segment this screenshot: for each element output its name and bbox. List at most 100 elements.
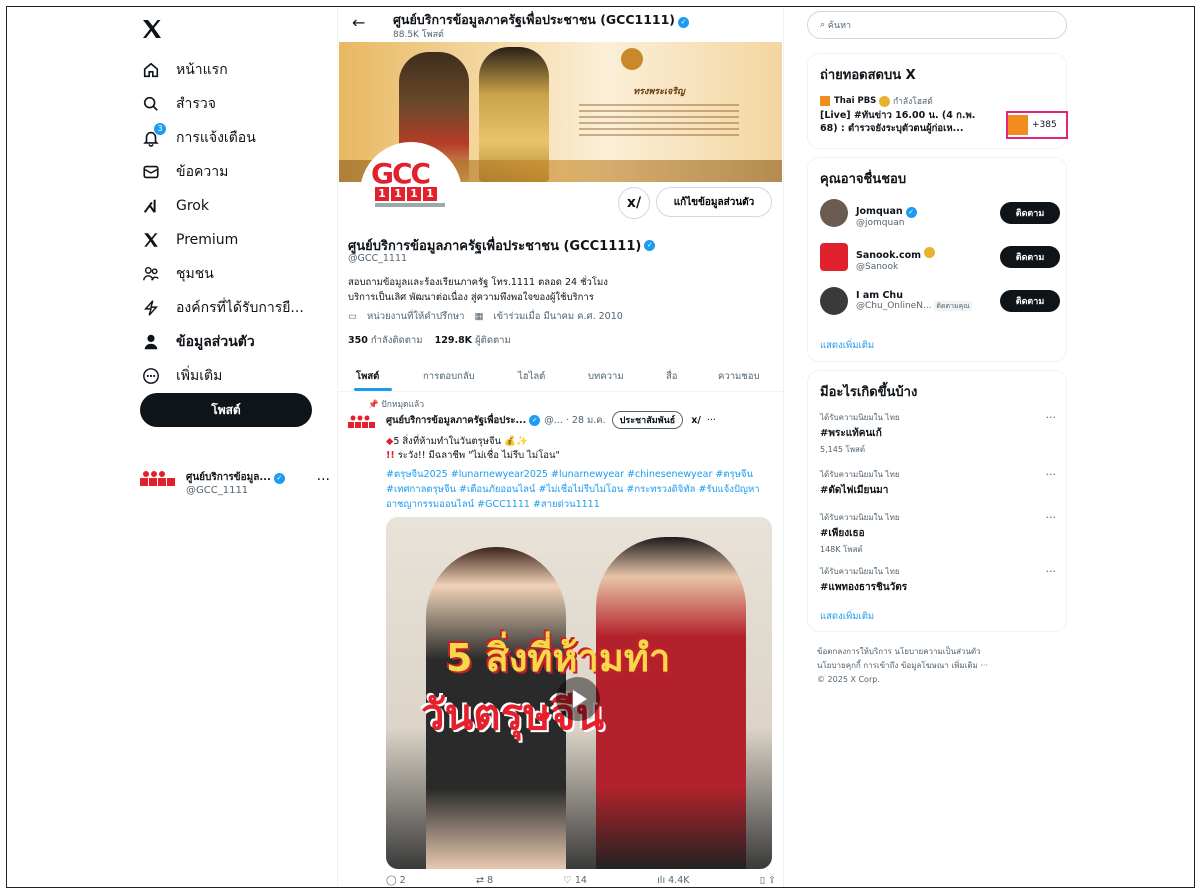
who-to-follow-card: คุณอาจชื่นชอบ Jomquan ✓ @jomquan ติดตาม Sa… <box>807 157 1067 362</box>
thaipbs-logo-icon <box>820 96 830 106</box>
footer-links: ข้อตกลงการให้บริการ นโยบายความเป็นส่วนตั… <box>817 645 1057 687</box>
account-switcher[interactable]: ศูนย์บริการข้อมูล... ✓ @GCC_1111 ··· <box>140 462 330 498</box>
nav-explore[interactable]: สำรวจ <box>140 89 216 119</box>
trend-item[interactable]: ได้รับความนิยมใน ไทย #แพทองธารชินวัตร ··… <box>820 565 1056 595</box>
nav-notifications[interactable]: 3 การแจ้งเตือน <box>140 122 256 153</box>
nav-verified-orgs[interactable]: องค์กรที่ได้รับการยื... <box>140 293 304 323</box>
nav-messages[interactable]: ข้อความ <box>140 157 228 187</box>
account-name: ศูนย์บริการข้อมูล... <box>186 471 271 483</box>
follow-button[interactable]: ติดตาม <box>1000 202 1060 224</box>
verified-icon: ✓ <box>273 472 285 484</box>
profile-category: หน่วยงานที่ให้คำปรึกษา <box>366 311 465 322</box>
play-icon[interactable] <box>556 677 600 721</box>
video-person-right <box>596 537 746 869</box>
tweet-text-line2: !! ระวัง!! มีฉลาชีพ "ไม่เชื่อ ไม่รีบ ไม่… <box>386 450 560 461</box>
search-input[interactable]: ⌕ ค้นหา <box>807 11 1067 39</box>
profile-meta: ▭ หน่วยงานที่ให้คำปรึกษา ▦ เข้าร่วมเมื่อ… <box>348 309 633 324</box>
video-caption-1: 5 สิ่งที่ห้ามทำ <box>446 636 671 680</box>
tab-replies[interactable]: การตอบกลับ <box>423 369 475 384</box>
trend-more-icon[interactable]: ··· <box>1046 411 1057 424</box>
nav-profile[interactable]: ข้อมูลส่วนตัว <box>140 327 255 357</box>
following-link[interactable]: 350 กำลังติดตาม <box>348 335 423 346</box>
live-source[interactable]: Thai PBS กำลังโฮสต์ <box>820 94 933 108</box>
x-logo-icon[interactable] <box>140 17 166 43</box>
footer-line2[interactable]: นโยบายคุกกี้ การเข้าถึง ข้อมูลโฆษณา เพิ่… <box>817 659 1057 673</box>
gold-verified-icon <box>924 246 936 258</box>
account-more-icon[interactable]: ··· <box>317 472 330 488</box>
footer-copyright: © 2025 X Corp. <box>817 675 880 684</box>
tweet-author-name[interactable]: ศูนย์บริการข้อมูลภาครัฐเพื่อประ... <box>386 413 526 428</box>
profile-avatar[interactable]: GCC 1111 <box>360 142 462 244</box>
suggested-user[interactable]: I am Chu @Chu_OnlineN... ติดตามคุณ ติดตาม <box>820 284 1060 318</box>
follow-button[interactable]: ติดตาม <box>1000 246 1060 268</box>
suggested-user[interactable]: Sanook.com @Sanook ติดตาม <box>820 240 1060 274</box>
suggested-user[interactable]: Jomquan ✓ @jomquan ติดตาม <box>820 196 1060 230</box>
briefcase-icon: ▭ <box>348 311 357 322</box>
nav-more[interactable]: เพิ่มเติม <box>140 361 222 391</box>
tweet-label-pill[interactable]: ประชาสัมพันธ์ <box>611 411 684 429</box>
live-listeners[interactable]: +385 <box>1006 111 1068 139</box>
live-text[interactable]: [Live] #ทันข่าว 16.00 น. (4 ก.พ. 68) : ต… <box>820 109 990 135</box>
people-icon <box>140 263 162 285</box>
tab-likes[interactable]: ความชอบ <box>718 369 759 384</box>
show-more-link[interactable]: แสดงเพิ่มเติม <box>820 338 874 353</box>
nav-verified-orgs-label: องค์กรที่ได้รับการยื... <box>176 300 304 316</box>
footer-line1[interactable]: ข้อตกลงการให้บริการ นโยบายความเป็นส่วนตั… <box>817 645 1057 659</box>
tweet-avatar[interactable] <box>348 415 376 431</box>
trend-more-icon[interactable]: ··· <box>1046 511 1057 524</box>
active-tab-indicator <box>354 388 392 391</box>
followers-link[interactable]: 129.8K ผู้ติดตาม <box>435 335 511 346</box>
tweet-hashtags[interactable]: #ตรุษจีน2025 #lunarnewyear2025 #lunarnew… <box>386 467 776 512</box>
nav-home[interactable]: หน้าแรก <box>140 55 228 85</box>
profile-joined: เข้าร่วมเมื่อ มีนาคม ค.ศ. 2010 <box>493 311 623 322</box>
who-to-follow-title: คุณอาจชื่นชอบ <box>820 172 907 187</box>
tweet-text-line1: ◆5 สิ่งที่ห้ามทำในวันตรุษจีน 💰✨ <box>386 436 528 447</box>
tweet-more-icon[interactable]: ··· <box>707 415 716 426</box>
repost-button[interactable]: ⇄ 8 <box>476 875 493 886</box>
tab-articles[interactable]: บทความ <box>588 369 624 384</box>
bookmark-share[interactable]: ▯ ⇪ <box>760 875 776 886</box>
profile-handle: @GCC_1111 <box>348 253 408 264</box>
tweet-meta: @... · 28 ม.ค. <box>544 414 606 426</box>
nav-grok-label: Grok <box>176 198 209 214</box>
like-button[interactable]: ♡ 14 <box>563 875 587 886</box>
tab-media[interactable]: สื่อ <box>666 369 678 384</box>
trends-title: มีอะไรเกิดขึ้นบ้าง <box>820 385 918 400</box>
trend-item[interactable]: ได้รับความนิยมใน ไทย #พระแท้คนเก้ 5,145 … <box>820 411 1056 456</box>
trend-more-icon[interactable]: ··· <box>1046 468 1057 481</box>
profile-counts: 350 กำลังติดตาม 129.8K ผู้ติดตาม <box>348 333 511 348</box>
search-icon: ⌕ <box>820 20 828 30</box>
grok-icon[interactable]: x/ <box>691 415 701 426</box>
tab-highlights[interactable]: ไฮไลต์ <box>518 369 545 384</box>
grok-profile-button[interactable]: x/ <box>618 187 650 219</box>
show-more-link[interactable]: แสดงเพิ่มเติม <box>820 609 874 624</box>
nav-grok[interactable]: Grok <box>140 191 209 221</box>
follow-button[interactable]: ติดตาม <box>1000 290 1060 312</box>
views-button[interactable]: ılı 4.4K <box>657 875 689 886</box>
trend-item[interactable]: ได้รับความนิยมใน ไทย #ตัดไฟเมียนมา ··· <box>820 468 1056 498</box>
banner-emblem-icon <box>621 48 643 70</box>
trend-item[interactable]: ได้รับความนิยมใน ไทย #เพียงเธอ 148K โพสต… <box>820 511 1056 556</box>
live-card: ถ่ายทอดสดบน X Thai PBS กำลังโฮสต์ [Live]… <box>807 53 1068 149</box>
calendar-icon: ▦ <box>474 311 484 322</box>
nav-notifications-label: การแจ้งเตือน <box>176 130 256 146</box>
avatar-logo-sub <box>375 203 445 207</box>
post-button[interactable]: โพสต์ <box>140 393 312 427</box>
nav-communities[interactable]: ชุมชน <box>140 259 214 289</box>
tweet-header: ศูนย์บริการข้อมูลภาครัฐเพื่อประ... ✓ @..… <box>386 411 776 429</box>
tab-posts[interactable]: โพสต์ <box>356 369 379 384</box>
edit-profile-button[interactable]: แก้ไขข้อมูลส่วนตัว <box>656 187 772 217</box>
browser-frame: หน้าแรก สำรวจ 3 การแจ้งเตือน ข้อความ Gro… <box>6 6 1195 888</box>
trend-more-icon[interactable]: ··· <box>1046 565 1057 578</box>
follows-you-badge: ติดตามคุณ <box>934 301 972 311</box>
profile-bio: สอบถามข้อมูลและร้องเรียนภาครัฐ โทร.1111 … <box>348 277 608 303</box>
reply-button[interactable]: ◯ 2 <box>386 875 406 886</box>
account-handle: @GCC_1111 <box>186 484 249 496</box>
profile-header-bar: ← ศูนย์บริการข้อมูลภาครัฐเพื่อประชาชน (G… <box>338 7 783 41</box>
share-icon: ⇪ <box>767 875 776 886</box>
back-arrow-icon[interactable]: ← <box>352 13 365 32</box>
gold-verified-icon <box>879 95 891 107</box>
nav-messages-label: ข้อความ <box>176 164 229 180</box>
nav-premium[interactable]: Premium <box>140 225 238 255</box>
tweet-video[interactable]: 5 สิ่งที่ห้ามทำ วันตรุษจีน <box>386 517 772 869</box>
